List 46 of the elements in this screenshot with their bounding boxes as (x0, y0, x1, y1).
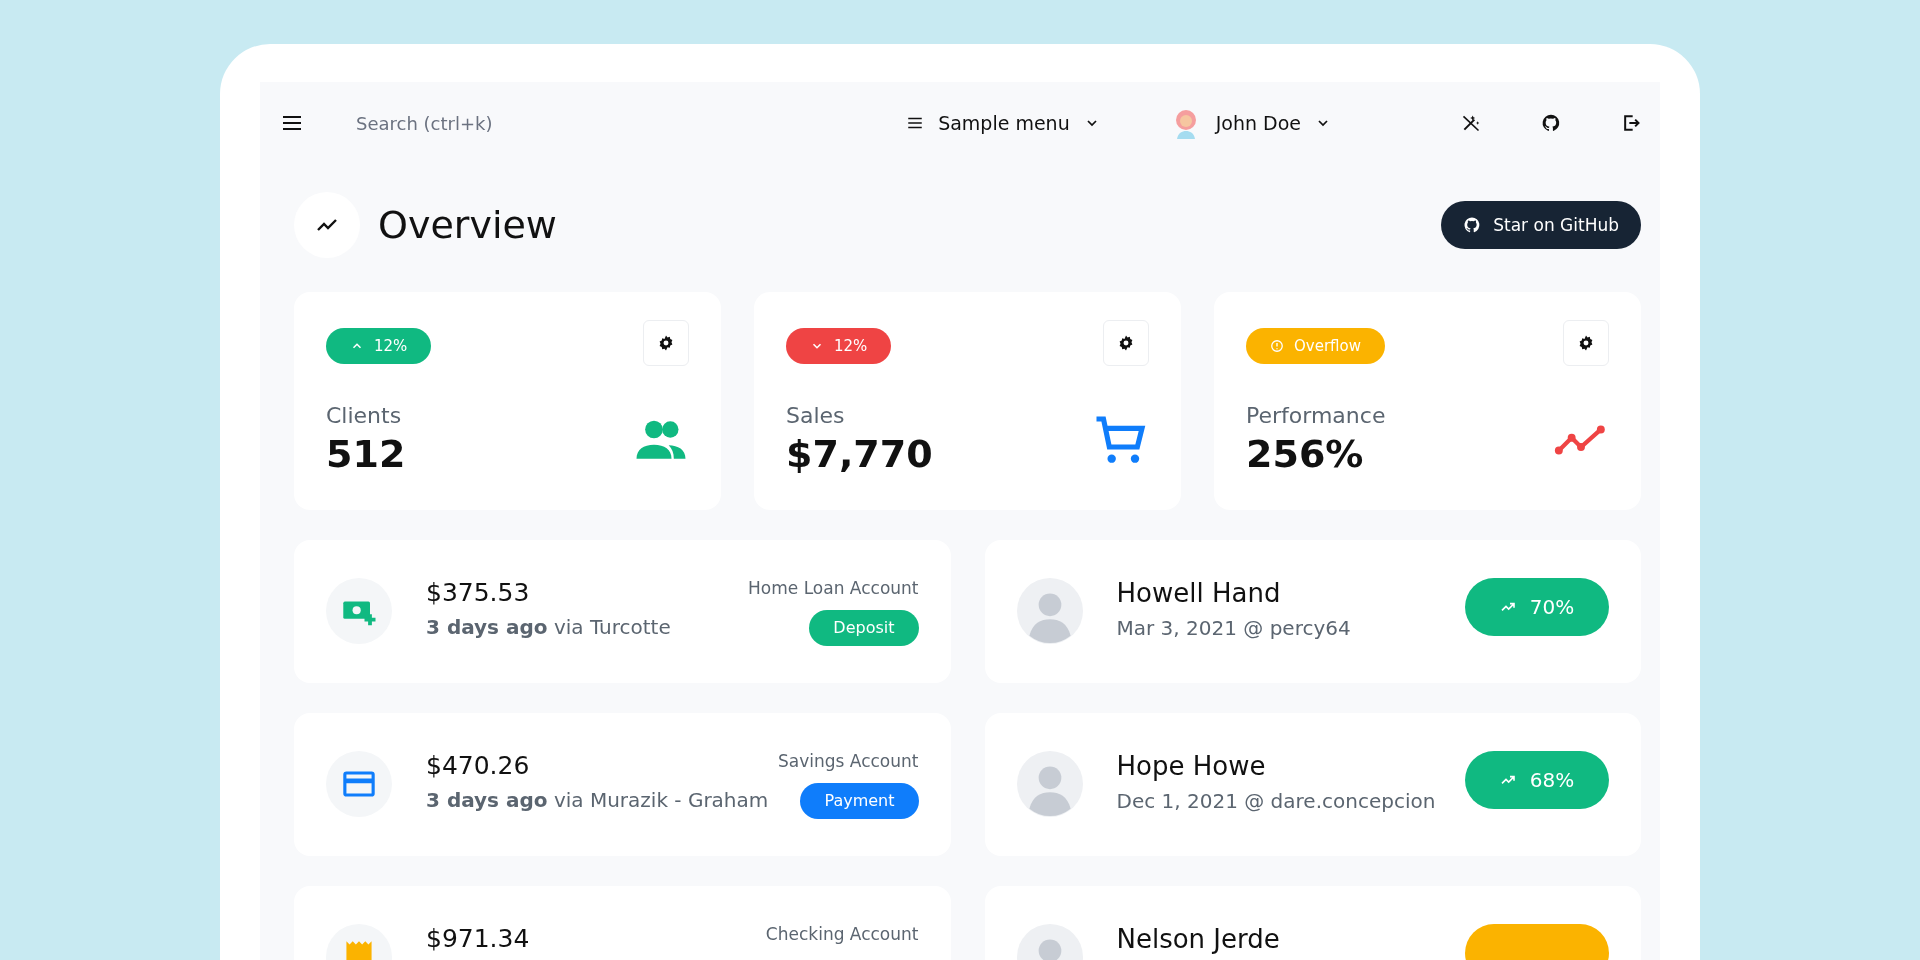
settings-button[interactable] (1563, 320, 1609, 366)
client-meta: Dec 1, 2021 @ dare.concepcion (1116, 789, 1437, 813)
cash-icon (326, 578, 392, 644)
github-icon[interactable] (1541, 113, 1561, 133)
client-name: Hope Howe (1116, 751, 1267, 781)
stat-label: Performance (1246, 403, 1386, 428)
account-name: Checking Account (765, 924, 919, 944)
transaction-type-tag: Payment (800, 783, 919, 819)
settings-button[interactable] (643, 320, 689, 366)
transaction-amount: $971.34 (426, 924, 531, 953)
stat-value: 256% (1246, 432, 1365, 476)
trend-badge: 12% (326, 328, 432, 364)
settings-icon (1577, 334, 1595, 352)
stat-value: $7,770 (786, 432, 933, 476)
search-field[interactable]: Search (ctrl+k) (354, 111, 618, 135)
user-menu-button[interactable]: John Doe (1169, 107, 1331, 139)
transaction-type-tag: Deposit (809, 610, 919, 646)
magic-wand-icon[interactable] (1461, 113, 1481, 133)
client-meta: Mar 3, 2021 @ percy64 (1116, 616, 1352, 640)
transaction-amount: $375.53 (426, 578, 531, 607)
page-title: Overview (378, 203, 557, 247)
logout-icon[interactable] (1621, 113, 1641, 133)
stat-value: 512 (326, 432, 406, 476)
stat-label: Sales (786, 403, 846, 428)
transaction-detail: 3 days ago via Murazik - Graham (426, 788, 770, 812)
settings-button[interactable] (1103, 320, 1149, 366)
avatar-icon (1016, 578, 1083, 644)
trend-badge: 12% (786, 328, 892, 364)
client-name: Nelson Jerde (1116, 924, 1281, 954)
transaction-amount: $470.26 (426, 751, 531, 780)
client-name: Howell Hand (1116, 578, 1282, 608)
transaction-detail: 3 days ago via Turcotte (426, 615, 672, 639)
credit-card-icon (326, 751, 392, 817)
alert-circle-icon (1270, 339, 1284, 353)
settings-icon (1117, 334, 1135, 352)
trend-pill: 70% (1465, 578, 1609, 636)
github-icon (1463, 216, 1482, 234)
trend-pill: 68% (1465, 751, 1609, 809)
sample-menu-button[interactable]: Sample menu (906, 112, 1100, 134)
trend-badge: Overflow (1246, 328, 1385, 364)
account-name: Home Loan Account (748, 578, 919, 598)
star-on-github-button[interactable]: Star on GitHub (1441, 201, 1641, 249)
settings-icon (657, 334, 675, 352)
stat-label: Clients (326, 403, 403, 428)
avatar-icon (1016, 751, 1083, 817)
account-name: Savings Account (778, 751, 919, 771)
